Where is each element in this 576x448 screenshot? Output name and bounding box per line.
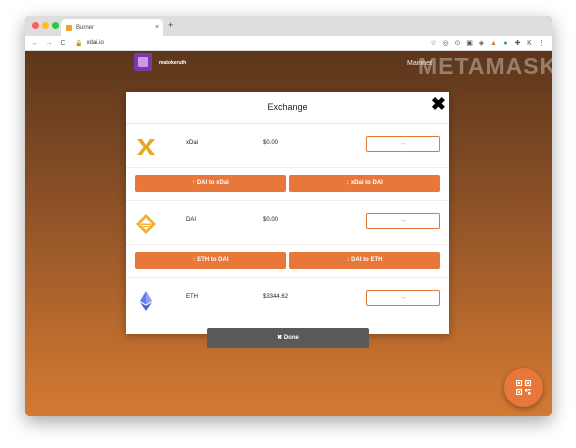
dai-to-eth-button[interactable]: ↓ DAI to ETH: [289, 252, 440, 269]
coin-balance: $0.00: [263, 140, 279, 146]
coin-name: xDai: [186, 140, 199, 146]
coin-name: ETH: [186, 294, 198, 300]
username: matokeruth: [159, 60, 187, 66]
coin-balance: $0.00: [263, 217, 279, 223]
menu-icon[interactable]: ⋮: [537, 39, 546, 48]
dai-to-xdai-button[interactable]: ↑ DAI to xDai: [135, 175, 286, 192]
qr-scan-icon: [516, 380, 531, 395]
coin-row-eth: ETH $3344.62 →: [126, 278, 449, 322]
maximize-window-icon[interactable]: [52, 22, 59, 29]
coin-name: DAI: [186, 217, 197, 223]
coin-row-xdai: xDai $0.00 →: [126, 124, 449, 168]
send-button[interactable]: →: [366, 136, 440, 152]
tab-title: Burner: [76, 24, 95, 31]
xdai-icon: [137, 139, 155, 155]
close-icon[interactable]: ✖: [431, 95, 446, 113]
dai-icon: [136, 214, 156, 234]
puzzle-icon[interactable]: ✚: [513, 39, 522, 48]
avatar[interactable]: [134, 53, 152, 71]
xdai-to-dai-button[interactable]: ↓ xDai to DAI: [289, 175, 440, 192]
close-window-icon[interactable]: [32, 22, 39, 29]
exchange-buttons-row: ↑ DAI to xDai ↓ xDai to DAI: [126, 168, 449, 201]
modal-header: Exchange ✖: [126, 92, 449, 124]
reload-button[interactable]: C: [59, 40, 67, 47]
exchange-buttons-row: ↑ ETH to DAI ↓ DAI to ETH: [126, 245, 449, 278]
new-tab-button[interactable]: +: [168, 20, 173, 30]
minimize-window-icon[interactable]: [42, 22, 49, 29]
extension-icon[interactable]: ◈: [477, 39, 486, 48]
metamask-watermark: METAMASK: [418, 53, 552, 79]
modal-title: Exchange: [267, 102, 308, 112]
coin-row-dai: DAI $0.00 →: [126, 201, 449, 245]
extension-icon[interactable]: ●: [501, 39, 510, 48]
qr-scan-button[interactable]: [504, 368, 543, 407]
extension-icon[interactable]: ⊙: [453, 39, 462, 48]
browser-tab[interactable]: Burner ×: [61, 19, 163, 36]
send-button[interactable]: →: [366, 290, 440, 306]
browser-window: Burner × + ← → C 🔒 xdai.io ☆ ◎ ⊙ ▣ ◈ ▲ ●…: [25, 16, 552, 416]
back-button[interactable]: ←: [31, 40, 39, 47]
done-button[interactable]: ✖ Done: [207, 328, 369, 348]
forward-button[interactable]: →: [45, 40, 53, 47]
eth-icon: [140, 291, 152, 311]
send-button[interactable]: →: [366, 213, 440, 229]
tab-close-icon[interactable]: ×: [151, 24, 163, 31]
exchange-modal: Exchange ✖ xDai $0.00 → ↑ DAI to xDai ↓ …: [126, 92, 449, 334]
extension-icon[interactable]: ▣: [465, 39, 474, 48]
metamask-fox-icon[interactable]: ▲: [489, 39, 498, 48]
extension-icon[interactable]: K: [525, 39, 534, 48]
tab-bar: Burner × +: [25, 16, 552, 36]
bookmark-star-icon[interactable]: ☆: [429, 39, 438, 48]
page-content: matokeruth Mainnet METAMASK Exchange ✖ x…: [25, 51, 552, 416]
extension-icon[interactable]: ◎: [441, 39, 450, 48]
lock-icon: 🔒: [75, 40, 83, 47]
browser-toolbar: ← → C 🔒 xdai.io ☆ ◎ ⊙ ▣ ◈ ▲ ● ✚ K ⋮: [25, 36, 552, 51]
extension-icons: ☆ ◎ ⊙ ▣ ◈ ▲ ● ✚ K ⋮: [429, 39, 546, 48]
favicon-icon: [66, 24, 72, 31]
url-bar[interactable]: xdai.io: [86, 40, 103, 46]
eth-to-dai-button[interactable]: ↑ ETH to DAI: [135, 252, 286, 269]
coin-balance: $3344.62: [263, 294, 289, 300]
